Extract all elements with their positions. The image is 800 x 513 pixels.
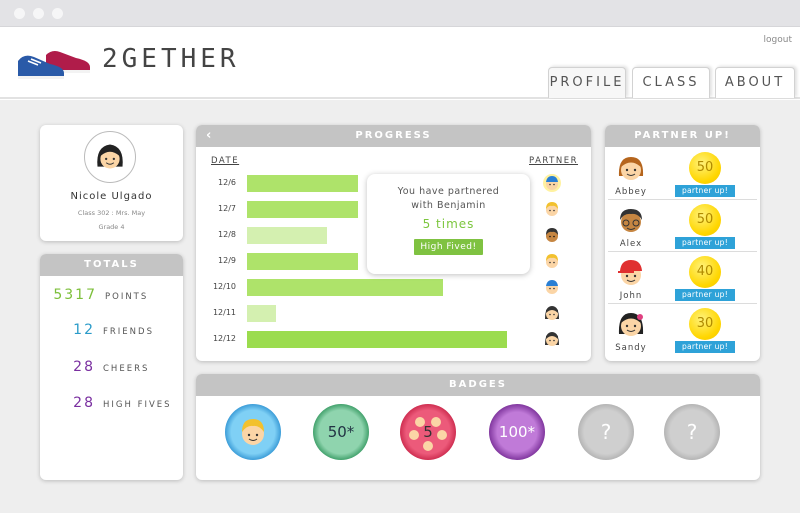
alex-avatar-icon [620,209,642,232]
progress-bar[interactable] [247,175,358,192]
stat-friends: 12 FRIENDS [40,322,183,338]
stat-high-fives: 28 HIGH FIVES [40,395,183,411]
chevron-left-icon[interactable]: ‹ [206,125,213,147]
stat-points: 5317 POINTS [40,287,183,303]
partner-up-card: PARTNER UP! Abbey 50 partner up! Alex 50 [605,125,760,361]
progress-bar[interactable] [247,305,276,322]
progress-date: 12/9 [218,256,236,265]
partner-row: Abbey 50 partner up! [608,150,757,200]
partner-points-coin: 50 [689,152,721,184]
abbey-avatar-icon [618,157,644,180]
progress-bar[interactable] [247,253,358,270]
partner-name: Alex [619,239,643,249]
badge-100-star[interactable]: 100* [489,404,545,460]
stat-label: CHEERS [103,364,150,374]
badge-label: 5 [423,423,433,441]
date-column-header: DATE [211,156,240,166]
avatar [84,131,136,183]
partner-name: John [619,291,643,301]
badge-5-friends[interactable]: 5 [400,404,456,460]
stat-label: HIGH FIVES [103,400,172,410]
app-header: 2GETHER logout PROFILE CLASS ABOUT [0,27,800,99]
progress-bar[interactable] [247,227,327,244]
stat-value: 28 [73,359,95,375]
profile-grade: Grade 4 [98,223,125,231]
tab-profile[interactable]: PROFILE [548,67,626,98]
stat-value: 12 [73,322,95,338]
partner-up-header: PARTNER UP! [605,125,760,147]
partner-points-coin: 30 [689,308,721,340]
sneakers-logo-icon [18,51,90,79]
partner-points-coin: 50 [689,204,721,236]
badges-card: BADGES 50* 5 100* ? ? [196,374,760,480]
totals-header: TOTALS [40,254,183,276]
progress-date: 12/7 [218,204,236,213]
profile-card: Nicole Ulgado Class 302 : Mrs. May Grade… [40,125,183,241]
partner-tooltip: You have partnered with Benjamin 5 times… [367,174,530,274]
partner-alex-icon[interactable] [543,226,561,244]
partner-column-header: PARTNER [529,156,579,166]
partner-row: John 40 partner up! [608,254,757,304]
tab-class[interactable]: CLASS [632,67,710,98]
totals-card: TOTALS 5317 POINTS 12 FRIENDS 28 CHEERS 28 H… [40,254,183,480]
main-area: Nicole Ulgado Class 302 : Mrs. May Grade… [0,100,800,513]
partner-up-button[interactable]: partner up! [675,185,735,197]
progress-bar[interactable] [247,331,507,348]
tab-about[interactable]: ABOUT [715,67,795,98]
partner-name: Abbey [615,187,647,197]
stat-value: 28 [73,395,95,411]
badge-50-star[interactable]: 50* [313,404,369,460]
profile-name: Nicole Ulgado [70,191,153,202]
partner-points-coin: 40 [689,256,721,288]
sandy-avatar-icon [618,313,644,336]
progress-date: 12/10 [212,282,236,291]
progress-date: 12/6 [218,178,236,187]
window-maximize-dot[interactable] [52,8,63,19]
profile-class: Class 302 : Mrs. May [77,209,146,217]
partner-john-icon[interactable] [543,278,561,296]
partner-up-button[interactable]: partner up! [675,289,735,301]
partner-abbey-icon[interactable] [543,200,561,218]
partner-sandy-icon[interactable] [543,330,561,348]
progress-bar[interactable] [247,279,443,296]
partner-john-icon[interactable] [543,174,561,192]
progress-date: 12/8 [218,230,236,239]
progress-title: PROGRESS [355,130,432,141]
smiley-face-icon [242,419,264,445]
high-fived-button[interactable]: High Fived! [414,239,483,255]
badge-locked[interactable]: ? [578,404,634,460]
tooltip-times: 5 times [422,217,475,231]
badges-header: BADGES [196,374,760,396]
tooltip-line1: You have partnered [397,186,500,197]
partner-up-button[interactable]: partner up! [675,341,735,353]
partner-row: Alex 50 partner up! [608,202,757,252]
john-avatar-icon [618,260,642,285]
stat-value: 5317 [53,287,97,303]
badge-face[interactable] [225,404,281,460]
logout-link[interactable]: logout [764,35,792,45]
progress-card: ‹ PROGRESS DATE PARTNER 12/6 12/7 12/8 12/9… [196,125,591,361]
progress-header: ‹ PROGRESS [196,125,591,147]
partner-name: Sandy [615,343,647,353]
stat-cheers: 28 CHEERS [40,359,183,375]
partner-sandy-icon[interactable] [543,304,561,322]
progress-date: 12/11 [212,308,236,317]
browser-chrome [0,0,800,27]
window-minimize-dot[interactable] [33,8,44,19]
brand-title: 2GETHER [102,44,240,74]
stat-label: POINTS [105,292,149,302]
stat-label: FRIENDS [103,327,154,337]
window-close-dot[interactable] [14,8,25,19]
partner-row: Sandy 30 partner up! [608,306,757,356]
badge-locked[interactable]: ? [664,404,720,460]
tooltip-line2: with Benjamin [411,200,486,211]
nicole-avatar-icon [97,144,123,169]
progress-date: 12/12 [212,334,236,343]
partner-abbey-icon[interactable] [543,252,561,270]
progress-bar[interactable] [247,201,358,218]
partner-up-button[interactable]: partner up! [675,237,735,249]
